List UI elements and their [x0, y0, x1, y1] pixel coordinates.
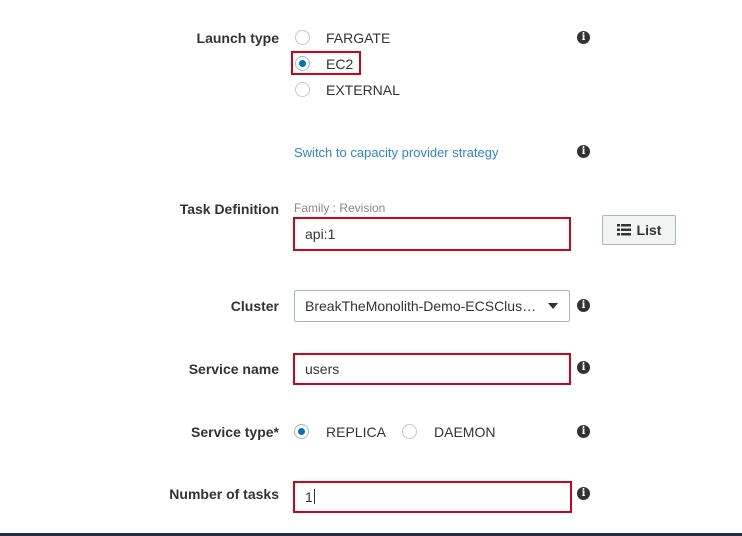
capacity-provider-link[interactable]: Switch to capacity provider strategy — [294, 145, 498, 160]
number-of-tasks-label: Number of tasks — [169, 486, 279, 502]
service-name-label: Service name — [188, 361, 279, 377]
radio-fargate-label: FARGATE — [326, 30, 391, 46]
radio-replica-label: REPLICA — [326, 424, 386, 440]
service-type-label: Service type* — [191, 424, 279, 440]
radio-ec2[interactable] — [295, 56, 310, 71]
radio-daemon-label: DAEMON — [434, 424, 496, 440]
service-name-input[interactable]: users — [293, 353, 571, 385]
cluster-select[interactable]: BreakTheMonolith-Demo-ECSClus… — [294, 290, 570, 322]
task-definition-hint: Family : Revision — [294, 201, 386, 215]
info-icon[interactable]: i — [577, 145, 590, 158]
list-icon — [616, 224, 631, 236]
radio-daemon[interactable] — [402, 424, 417, 439]
list-button-label: List — [636, 222, 662, 238]
number-of-tasks-value: 1 — [305, 489, 313, 505]
radio-external-label: EXTERNAL — [326, 82, 400, 98]
info-icon[interactable]: i — [577, 487, 590, 500]
info-icon[interactable]: i — [577, 299, 590, 312]
cluster-label: Cluster — [230, 298, 279, 314]
task-definition-input[interactable]: api:1 — [293, 217, 571, 251]
radio-external[interactable] — [295, 82, 310, 97]
list-button[interactable]: List — [602, 215, 676, 245]
info-icon[interactable]: i — [577, 361, 590, 374]
number-of-tasks-input[interactable]: 1 — [293, 481, 572, 513]
radio-fargate[interactable] — [295, 30, 310, 45]
text-cursor — [313, 489, 315, 504]
radio-replica[interactable] — [294, 424, 309, 439]
launch-type-label: Launch type — [196, 30, 279, 46]
info-icon[interactable]: i — [577, 425, 590, 438]
radio-ec2-label: EC2 — [326, 56, 354, 72]
info-icon[interactable]: i — [577, 31, 590, 44]
task-definition-label: Task Definition — [179, 201, 279, 217]
chevron-down-icon — [548, 303, 558, 309]
